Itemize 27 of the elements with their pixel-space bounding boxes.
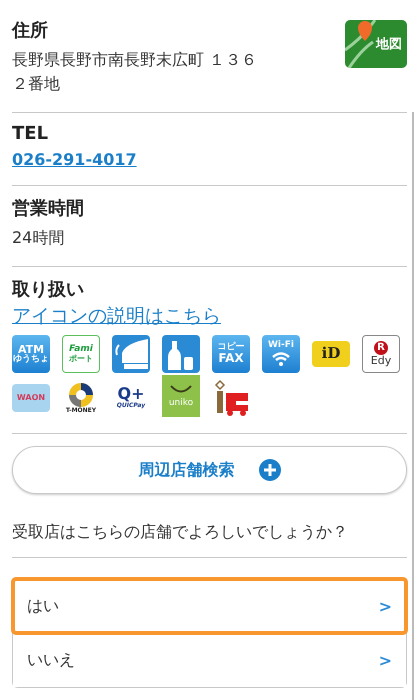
uniko-icon: uniko — [162, 375, 200, 417]
section-heading: 住所 — [12, 19, 49, 42]
bottle-icon — [162, 335, 200, 373]
nearby-search-button[interactable]: 周辺店舗検索 — [12, 446, 407, 494]
id-icon: iD — [312, 341, 350, 367]
chevron-icon: > — [378, 651, 392, 670]
phone-link[interactable]: 026-291-4017 — [12, 150, 137, 169]
section-heading: 取り扱い — [12, 278, 85, 301]
cigarette-icon — [112, 335, 150, 373]
edy-icon: R Edy — [362, 335, 400, 373]
map-button[interactable]: 地図 — [345, 20, 407, 68]
section-heading: TEL — [12, 123, 50, 144]
plus-icon — [258, 459, 280, 481]
address-text: ２番地 — [12, 73, 61, 95]
choice-item[interactable]: はい > — [13, 579, 406, 633]
copy-fax-icon: コピー FAX — [212, 335, 250, 373]
hours-text: 24時間 — [12, 227, 66, 249]
atm-icon: ATM ゆうちょ — [12, 335, 50, 373]
address-text: 長野県長野市南長野末広町 １３６ — [12, 49, 258, 71]
famiport-icon: Fami ポート — [62, 335, 100, 373]
ic-card-icon — [212, 379, 250, 417]
waon-icon: WAON — [12, 384, 50, 412]
wifi-icon: Wi-Fi — [262, 335, 300, 373]
icon-help-link[interactable]: アイコンの説明はこちら — [12, 305, 221, 327]
section-heading: 営業時間 — [12, 197, 85, 220]
question-text: 受取店はこちらの店舗でよろしいでしょうか？ — [12, 494, 407, 558]
chevron-icon: > — [378, 596, 392, 616]
